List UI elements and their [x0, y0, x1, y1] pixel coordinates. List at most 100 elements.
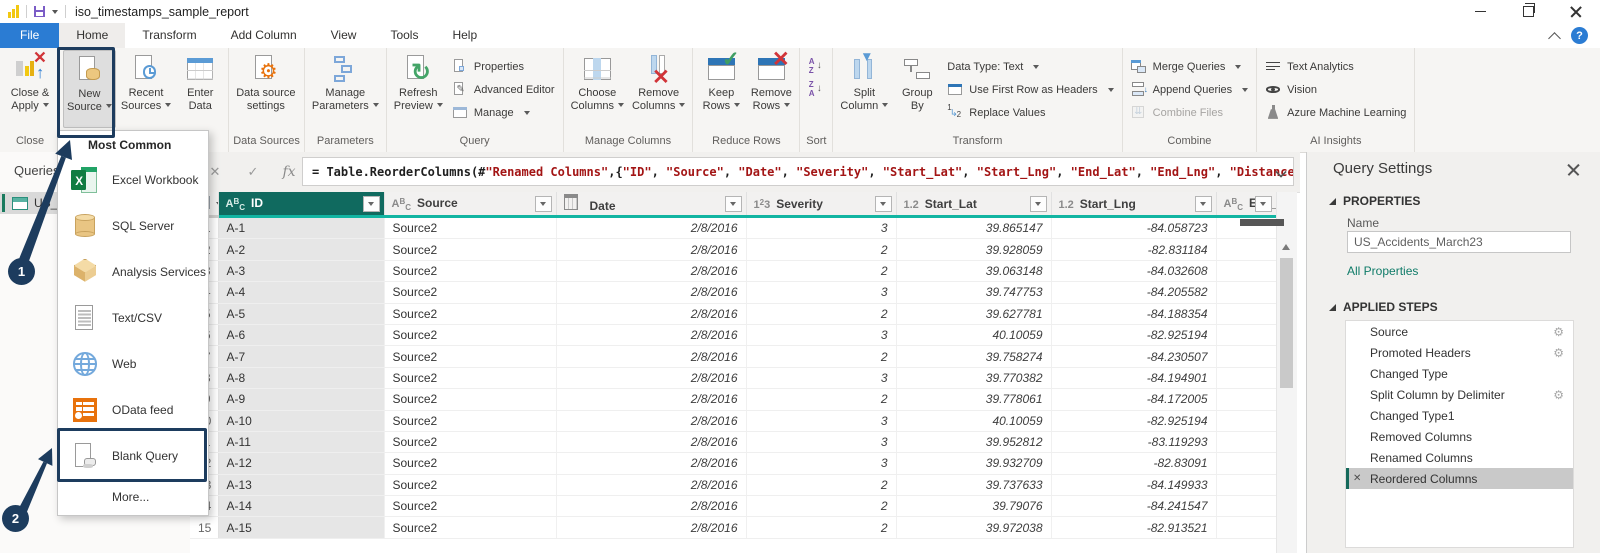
applied-step-source[interactable]: Source⚙: [1346, 321, 1573, 342]
applied-step-changed-type1[interactable]: Changed Type1: [1346, 405, 1573, 426]
menu-item-web[interactable]: Web: [58, 341, 208, 387]
cell: -84.058723: [1051, 217, 1216, 239]
applied-step-promoted-headers[interactable]: Promoted Headers⚙: [1346, 342, 1573, 363]
filter-button[interactable]: [875, 196, 892, 212]
menu-item-more[interactable]: More...: [58, 479, 208, 515]
applied-step-changed-type[interactable]: Changed Type: [1346, 363, 1573, 384]
menu-item-text-csv[interactable]: Text/CSV: [58, 295, 208, 341]
vertical-scrollbar[interactable]: [1276, 192, 1297, 553]
filter-button[interactable]: [1195, 196, 1212, 212]
filter-button[interactable]: [1030, 196, 1047, 212]
applied-step-renamed-columns[interactable]: Renamed Columns: [1346, 447, 1573, 468]
recent-sources-icon: [131, 54, 161, 84]
step-label: Reordered Columns: [1370, 472, 1477, 486]
column-header-end-lat[interactable]: ABCEnd_Lat: [1216, 192, 1276, 217]
formula-accept-icon[interactable]: ✓: [236, 152, 270, 192]
applied-step-split-column-by-delimiter[interactable]: Split Column by Delimiter⚙: [1346, 384, 1573, 405]
menu-item-blank-query[interactable]: Blank Query: [58, 433, 208, 479]
menu-item-odata-feed[interactable]: OData feed: [58, 387, 208, 433]
refresh-preview-button[interactable]: ↻RefreshPreview: [391, 50, 446, 128]
step-settings-gear-icon[interactable]: ⚙: [1553, 347, 1564, 359]
sort-za-button[interactable]: ZA↓: [804, 80, 828, 99]
enter-data-button[interactable]: EnterData: [176, 50, 224, 128]
minimize-button[interactable]: [1456, 0, 1504, 23]
replace-values-button[interactable]: 1↳2Replace Values: [943, 103, 1117, 122]
tab-file[interactable]: File: [0, 23, 59, 48]
filter-button[interactable]: [535, 196, 552, 212]
close-apply-button[interactable]: ✕↑Close &Apply: [6, 50, 54, 128]
combine-files-button[interactable]: ⇊Combine Files: [1127, 103, 1253, 122]
group-label-sort: Sort: [804, 134, 828, 152]
column-header-source[interactable]: ABCSource: [384, 192, 556, 217]
merge-queries-button[interactable]: Merge Queries: [1127, 57, 1253, 76]
manage-parameters-button[interactable]: ManageParameters: [309, 50, 382, 128]
recent-sources-button[interactable]: RecentSources: [118, 50, 174, 128]
choose-columns-button[interactable]: ChooseColumns: [568, 50, 627, 128]
tab-view[interactable]: View: [314, 23, 374, 48]
append-queries-button[interactable]: ↓Append Queries: [1127, 80, 1253, 99]
properties-section-header[interactable]: PROPERTIES: [1329, 194, 1420, 208]
collapse-ribbon-icon[interactable]: [1548, 32, 1561, 45]
properties-label: Properties: [474, 61, 524, 73]
menu-header: Most Common: [58, 131, 208, 157]
applied-step-removed-columns[interactable]: Removed Columns: [1346, 426, 1573, 447]
new-source-button[interactable]: NewSource: [63, 50, 116, 128]
azure-machine-learning-button[interactable]: Azure Machine Learning: [1261, 103, 1410, 122]
scrollbar-thumb[interactable]: [1280, 258, 1293, 388]
formula-fx-icon: fx: [272, 152, 306, 192]
step-settings-gear-icon[interactable]: ⚙: [1553, 326, 1564, 338]
cell: -84.188354: [1051, 303, 1216, 324]
menu-item-analysis-services[interactable]: Analysis Services: [58, 249, 208, 295]
column-header-start-lat[interactable]: 1.2Start_Lat: [896, 192, 1051, 217]
formula-input[interactable]: = Table.ReorderColumns(#"Renamed Columns…: [302, 157, 1294, 186]
close-button[interactable]: [1552, 0, 1600, 23]
tab-help[interactable]: Help: [435, 23, 494, 48]
toolbar-caret-icon[interactable]: [52, 10, 58, 14]
menu-item-sql-server[interactable]: SQL Server: [58, 203, 208, 249]
cell: 39.79076: [896, 496, 1051, 517]
vision-button[interactable]: Vision: [1261, 80, 1410, 99]
cell: 3: [746, 282, 896, 303]
menu-item-excel-workbook[interactable]: XExcel Workbook: [58, 157, 208, 203]
column-header-start-lng[interactable]: 1.2Start_Lng: [1051, 192, 1216, 217]
scroll-up-icon[interactable]: [1282, 244, 1290, 250]
filter-button[interactable]: [725, 196, 742, 212]
save-icon[interactable]: [34, 6, 45, 17]
filter-button[interactable]: [363, 196, 380, 212]
panel-close-icon[interactable]: [1567, 163, 1580, 176]
data-source-settings-button[interactable]: ⚙Data sourcesettings: [233, 50, 298, 128]
remove-columns-button[interactable]: ✕RemoveColumns: [629, 50, 688, 128]
filter-button[interactable]: [1255, 196, 1272, 212]
menu-item-label: Web: [112, 357, 136, 371]
remove-rows-button[interactable]: ✕RemoveRows: [747, 50, 795, 128]
restore-button[interactable]: [1504, 0, 1552, 23]
tab-add-column[interactable]: Add Column: [214, 23, 314, 48]
all-properties-link[interactable]: All Properties: [1347, 264, 1418, 278]
delete-step-icon[interactable]: ✕: [1353, 473, 1361, 484]
split-column-button[interactable]: ▼SplitColumn: [837, 50, 891, 128]
column-header-id[interactable]: ABCID: [218, 192, 384, 217]
tab-transform[interactable]: Transform: [125, 23, 213, 48]
group-by-button[interactable]: GroupBy: [893, 50, 941, 128]
data-type-text-button[interactable]: Data Type: Text: [943, 57, 1117, 76]
group-label-query: Query: [391, 134, 559, 152]
column-header-date[interactable]: Date: [556, 192, 746, 217]
query-name-input[interactable]: [1347, 231, 1571, 253]
sort-az-button[interactable]: AZ↓: [804, 57, 828, 76]
help-icon[interactable]: ?: [1571, 27, 1588, 44]
tab-home[interactable]: Home: [59, 23, 125, 48]
cell: 2/8/2016: [556, 474, 746, 495]
keep-rows-button[interactable]: ✓KeepRows: [697, 50, 745, 128]
properties-button[interactable]: Properties: [448, 57, 559, 76]
use-first-row-as-headers-button[interactable]: Use First Row as Headers: [943, 80, 1117, 99]
tab-tools[interactable]: Tools: [373, 23, 435, 48]
dropdown-caret-icon: [1108, 88, 1114, 92]
step-settings-gear-icon[interactable]: ⚙: [1553, 389, 1564, 401]
advanced-editor-button[interactable]: ✎Advanced Editor: [448, 80, 559, 99]
text-analytics-button[interactable]: Text Analytics: [1261, 57, 1410, 76]
dropdown-caret-icon: [1242, 88, 1248, 92]
applied-step-reordered-columns[interactable]: ✕ Reordered Columns: [1346, 468, 1573, 489]
column-header-severity[interactable]: 123Severity: [746, 192, 896, 217]
applied-steps-section-header[interactable]: APPLIED STEPS: [1329, 300, 1438, 314]
manage-button[interactable]: Manage: [448, 103, 559, 122]
